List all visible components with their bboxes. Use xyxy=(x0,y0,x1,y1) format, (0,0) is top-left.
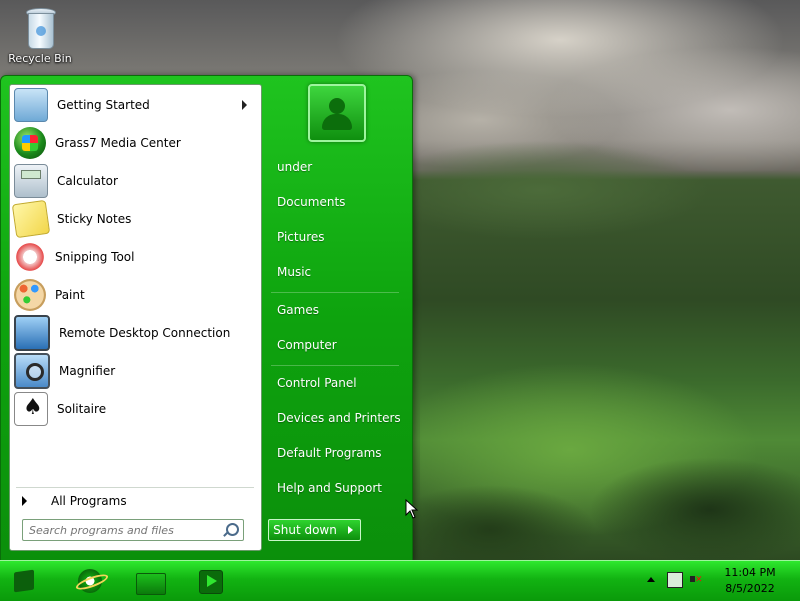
sticky-notes-icon xyxy=(11,199,51,239)
snipping-tool-icon xyxy=(14,241,46,273)
link-music[interactable]: Music xyxy=(267,257,403,287)
file-explorer-icon[interactable] xyxy=(133,565,167,597)
search-input[interactable] xyxy=(29,522,215,538)
volume-muted-icon[interactable] xyxy=(690,573,703,585)
clock-time: 11:04 PM xyxy=(724,566,776,579)
getting-started-icon xyxy=(14,88,48,122)
program-snipping-tool[interactable]: Snipping Tool xyxy=(12,239,257,275)
program-sticky-notes[interactable]: Sticky Notes xyxy=(11,199,257,239)
program-label: Getting Started xyxy=(57,98,150,112)
media-center-icon xyxy=(14,127,46,159)
start-menu-programs-pane: Getting Started Grass7 Media Center Calc… xyxy=(9,84,262,551)
media-player-icon[interactable] xyxy=(193,565,227,597)
all-programs-label: All Programs xyxy=(51,494,127,508)
start-menu: Getting Started Grass7 Media Center Calc… xyxy=(0,75,413,562)
link-computer[interactable]: Computer xyxy=(267,330,403,360)
program-remote-desktop[interactable]: Remote Desktop Connection xyxy=(12,315,257,351)
expand-arrow-icon xyxy=(22,496,27,506)
link-pictures[interactable]: Pictures xyxy=(267,222,403,252)
program-label: Snipping Tool xyxy=(55,250,135,264)
link-games[interactable]: Games xyxy=(267,295,403,325)
program-magnifier[interactable]: Magnifier xyxy=(12,353,257,389)
user-avatar[interactable] xyxy=(308,84,366,142)
recycle-bin-label: Recycle Bin xyxy=(8,52,72,65)
remote-desktop-icon xyxy=(14,315,50,351)
program-paint[interactable]: Paint xyxy=(12,277,257,313)
program-calculator[interactable]: Calculator xyxy=(12,163,257,199)
divider xyxy=(271,365,399,366)
wallpaper-trees xyxy=(410,420,800,560)
program-label: Magnifier xyxy=(59,364,116,378)
magnifier-icon xyxy=(14,353,50,389)
show-hidden-icons-icon[interactable] xyxy=(647,577,655,582)
submenu-arrow-icon xyxy=(242,100,247,110)
program-label: Solitaire xyxy=(57,402,107,416)
paint-icon xyxy=(14,279,46,311)
search-box[interactable] xyxy=(22,519,244,541)
program-label: Grass7 Media Center xyxy=(55,136,181,150)
program-label: Paint xyxy=(55,288,85,302)
link-control-panel[interactable]: Control Panel xyxy=(267,368,403,398)
link-help-support[interactable]: Help and Support xyxy=(267,473,403,503)
user-head-icon xyxy=(329,98,345,114)
recycle-bin-desktop-icon[interactable]: Recycle Bin xyxy=(4,6,76,65)
start-orb-icon[interactable] xyxy=(6,565,40,597)
system-clock[interactable]: 11:04 PM 8/5/2022 xyxy=(712,565,788,597)
network-icon[interactable] xyxy=(667,572,683,588)
program-label: Remote Desktop Connection xyxy=(59,326,231,340)
shutdown-options-button[interactable] xyxy=(340,519,361,541)
divider xyxy=(271,292,399,293)
search-icon[interactable] xyxy=(226,523,239,536)
calculator-icon xyxy=(14,164,48,198)
user-body-icon xyxy=(322,114,352,130)
solitaire-icon xyxy=(14,392,48,426)
program-solitaire[interactable]: Solitaire xyxy=(12,391,257,427)
program-label: Calculator xyxy=(57,174,118,188)
program-media-center[interactable]: Grass7 Media Center xyxy=(12,125,257,161)
link-default-programs[interactable]: Default Programs xyxy=(267,438,403,468)
link-devices-printers[interactable]: Devices and Printers xyxy=(267,403,403,433)
taskbar: 11:04 PM 8/5/2022 xyxy=(0,560,800,601)
link-documents[interactable]: Documents xyxy=(267,187,403,217)
link-user-folder[interactable]: under xyxy=(267,152,403,182)
program-label: Sticky Notes xyxy=(57,212,132,226)
program-getting-started[interactable]: Getting Started xyxy=(12,87,257,123)
all-programs-button[interactable]: All Programs xyxy=(16,487,254,514)
recycle-bin-icon xyxy=(23,6,57,50)
wallpaper-hills xyxy=(410,130,800,250)
clock-date: 8/5/2022 xyxy=(725,582,775,595)
internet-explorer-icon[interactable] xyxy=(73,565,107,597)
shutdown-button[interactable]: Shut down xyxy=(268,519,342,541)
